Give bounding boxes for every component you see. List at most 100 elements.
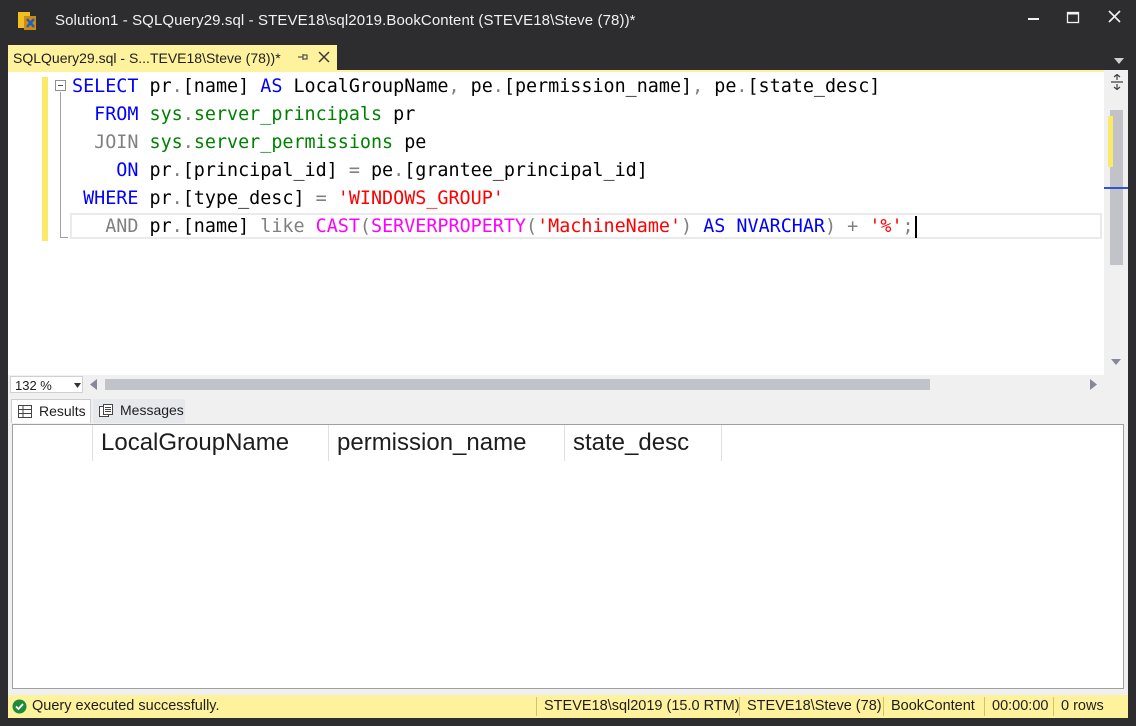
- code-token: ): [825, 216, 837, 237]
- code-token: ;: [902, 216, 914, 237]
- code-token: =: [348, 160, 360, 181]
- code-line[interactable]: WHERE pr.[type_desc] = 'WINDOWS_GROUP': [72, 185, 917, 213]
- code-token: [grantee_principal_id]: [404, 160, 648, 181]
- status-database: BookContent: [891, 698, 975, 714]
- code-token: JOIN: [72, 132, 139, 153]
- close-icon[interactable]: [1102, 6, 1128, 30]
- scroll-right-icon[interactable]: [1090, 379, 1097, 390]
- column-header-localgroupname[interactable]: LocalGroupName: [93, 425, 329, 461]
- results-grid[interactable]: LocalGroupName permission_name state_des…: [12, 424, 1124, 689]
- code-token: .: [182, 104, 194, 125]
- code-line[interactable]: FROM sys.server_principals pr: [72, 101, 917, 129]
- code-token: SERVERPROPERTY: [371, 216, 527, 237]
- code-token: CAST: [315, 216, 360, 237]
- horizontal-scroll-thumb[interactable]: [105, 379, 930, 390]
- tab-results-label: Results: [39, 403, 86, 419]
- editor-margin: [8, 72, 37, 375]
- code-token: ,: [448, 76, 460, 97]
- code-token: AS: [260, 76, 283, 97]
- status-separator: [739, 697, 740, 716]
- code-line[interactable]: ON pr.[principal_id] = pe.[grantee_princ…: [72, 157, 917, 185]
- code-token: =: [315, 188, 327, 209]
- code-token: SELECT: [72, 76, 139, 97]
- pin-icon[interactable]: [294, 49, 310, 65]
- status-server: STEVE18\sql2019 (15.0 RTM): [544, 698, 740, 714]
- status-rows: 0 rows: [1061, 698, 1104, 714]
- code-token: server_permissions: [193, 132, 394, 153]
- code-token: [principal_id]: [182, 160, 349, 181]
- scroll-change-marker: [1108, 116, 1113, 167]
- success-check-icon: [12, 699, 27, 714]
- text-caret: [914, 216, 917, 238]
- code-token: sys: [149, 132, 183, 153]
- document-tab-strip: SQLQuery29.sql - S...TEVE18\Steve (78))*: [0, 42, 1136, 70]
- status-message: Query executed successfully.: [32, 698, 220, 714]
- grid-icon: [18, 405, 32, 418]
- code-token: 'MachineName': [537, 216, 682, 237]
- results-pane: Results Messages LocalGroupName permissi…: [8, 395, 1128, 695]
- scroll-caret-marker: [1104, 187, 1128, 189]
- code-token: '%': [869, 216, 903, 237]
- column-header-state-desc[interactable]: state_desc: [565, 425, 722, 461]
- code-token: LocalGroupName: [282, 76, 449, 97]
- editor-vertical-scrollbar[interactable]: [1104, 70, 1128, 375]
- window-bottom-border: [0, 718, 1136, 726]
- scroll-down-icon[interactable]: [1110, 358, 1122, 366]
- status-separator: [1053, 697, 1054, 716]
- code-line[interactable]: JOIN sys.server_permissions pe: [72, 129, 917, 157]
- maximize-icon[interactable]: [1060, 6, 1086, 30]
- change-tracking-bar: [42, 77, 48, 241]
- code-token: AS: [703, 216, 726, 237]
- outline-guide: [60, 92, 61, 238]
- code-token: ): [681, 216, 693, 237]
- code-token: .: [393, 160, 405, 181]
- code-token: pe: [359, 160, 394, 181]
- messages-icon: [99, 404, 113, 417]
- status-separator: [984, 697, 985, 716]
- code-token: ON: [72, 160, 139, 181]
- tab-dropdown-icon[interactable]: [1112, 56, 1126, 66]
- code-token: pr: [382, 104, 416, 125]
- minimize-icon[interactable]: [1020, 6, 1046, 30]
- code-token: pr: [138, 160, 172, 181]
- document-tab[interactable]: SQLQuery29.sql - S...TEVE18\Steve (78))*: [8, 45, 337, 70]
- tab-close-icon[interactable]: [317, 50, 331, 64]
- code-token: [name]: [182, 216, 261, 237]
- column-header-label: state_desc: [573, 429, 690, 456]
- collapse-outline-icon[interactable]: [55, 80, 66, 91]
- code-token: pe: [393, 132, 427, 153]
- sql-code[interactable]: SELECT pr.[name] AS LocalGroupName, pe.[…: [72, 73, 917, 241]
- code-line[interactable]: SELECT pr.[name] AS LocalGroupName, pe.[…: [72, 73, 917, 101]
- code-token: .: [171, 216, 183, 237]
- status-separator: [536, 697, 537, 716]
- code-token: .: [182, 132, 194, 153]
- code-token: .: [492, 76, 504, 97]
- code-token: server_principals: [193, 104, 383, 125]
- zoom-value: 132 %: [15, 378, 52, 393]
- app-icon: [18, 12, 36, 30]
- code-token: .: [171, 160, 183, 181]
- tab-messages[interactable]: Messages: [93, 399, 185, 423]
- query-editor[interactable]: SELECT pr.[name] AS LocalGroupName, pe.[…: [8, 70, 1128, 375]
- code-token: WHERE: [72, 188, 139, 209]
- code-token: +: [847, 216, 859, 237]
- tab-results[interactable]: Results: [11, 399, 91, 423]
- window-title: Solution1 - SQLQuery29.sql - STEVE18\sql…: [55, 12, 636, 29]
- split-icon[interactable]: [1110, 74, 1124, 90]
- code-token: (: [359, 216, 371, 237]
- row-number-header[interactable]: [13, 425, 93, 461]
- code-token: [state_desc]: [747, 76, 881, 97]
- status-user: STEVE18\Steve (78): [747, 698, 882, 714]
- column-header-permission-name[interactable]: permission_name: [329, 425, 565, 461]
- scroll-left-icon[interactable]: [90, 379, 97, 390]
- zoom-dropdown[interactable]: 132 %: [10, 376, 83, 393]
- code-token: .: [171, 188, 183, 209]
- code-token: pe: [703, 76, 737, 97]
- code-line[interactable]: AND pr.[name] like CAST(SERVERPROPERTY('…: [72, 213, 917, 241]
